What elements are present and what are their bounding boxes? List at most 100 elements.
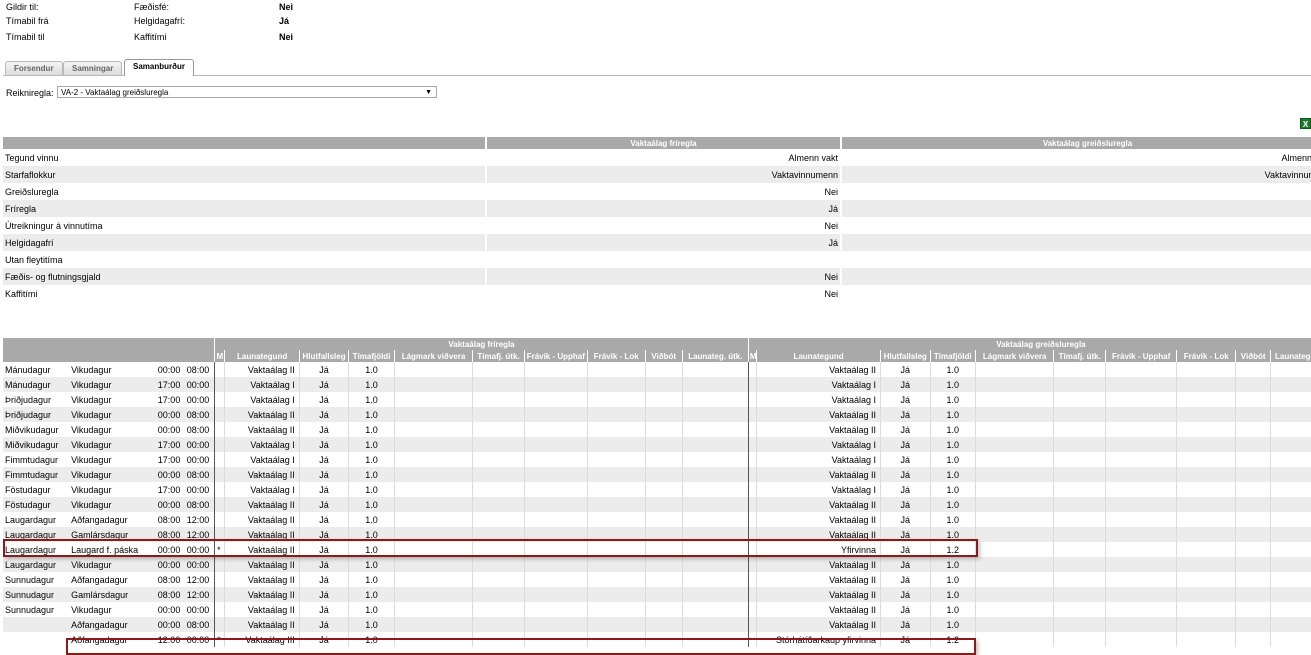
detail-column-header[interactable]: Launateg. útk.	[1270, 350, 1311, 362]
detail-cell	[393, 527, 473, 542]
detail-table: Vaktaálag fríregla Vaktaálag greiðslureg…	[3, 338, 1311, 647]
detail-time-to: 08:00	[184, 467, 215, 482]
detail-cell	[472, 362, 525, 377]
detail-cell	[1176, 617, 1236, 632]
detail-column-header[interactable]: Lágmark viðvera	[974, 350, 1054, 362]
detail-column-header[interactable]: Tímafj. útk.	[472, 350, 525, 362]
summary-value-a: Almenn vakt	[485, 149, 841, 166]
detail-marker	[214, 452, 225, 467]
detail-cell	[974, 422, 1054, 437]
detail-marker	[214, 392, 225, 407]
detail-timafjoldi-b: 1.0	[929, 557, 976, 572]
detail-cell	[974, 617, 1054, 632]
detail-cell	[393, 422, 473, 437]
detail-hlutfallsleg-b: Já	[880, 392, 931, 407]
detail-marker: *	[214, 542, 225, 557]
detail-column-header[interactable]: Hlutfallsleg	[880, 350, 931, 362]
detail-day-type: Vikudagur	[69, 602, 156, 617]
detail-timafjoldi-b: 1.0	[929, 527, 976, 542]
tab-samningar[interactable]: Samningar	[63, 61, 123, 75]
detail-cell	[393, 602, 473, 617]
detail-launategund-b: Vaktaálag I	[756, 452, 881, 467]
detail-row: Þriðjudagur Vikudagur 00:00 08:00 Vaktaálag …	[3, 407, 1311, 422]
detail-cell	[974, 542, 1054, 557]
detail-launategund-b: Vaktaálag II	[756, 407, 881, 422]
detail-column-header[interactable]: Hlutfallsleg	[298, 350, 349, 362]
detail-column-header[interactable]: Tímafj. útk.	[1053, 350, 1106, 362]
detail-timafjoldi: 1.0	[348, 452, 395, 467]
detail-cell	[1105, 437, 1177, 452]
detail-hlutfallsleg: Já	[298, 617, 349, 632]
detail-day-type: Vikudagur	[69, 422, 156, 437]
excel-export-icon[interactable]: X	[1300, 118, 1311, 129]
detail-column-header[interactable]: M	[747, 350, 757, 362]
detail-hlutfallsleg: Já	[298, 422, 349, 437]
rule-select[interactable]: VA-2 - Vaktaálag greiðsluregla ▼	[57, 86, 437, 98]
detail-launategund: Vaktaálag I	[224, 452, 300, 467]
detail-cell	[1053, 602, 1106, 617]
detail-column-header[interactable]: Frávik - Lok	[586, 350, 646, 362]
detail-launategund-b: Vaktaálag II	[756, 617, 881, 632]
detail-time-from: 00:00	[155, 407, 185, 422]
detail-column-header[interactable]: Launategund	[756, 350, 881, 362]
detail-column-header[interactable]: Frávik - Upphaf	[523, 350, 588, 362]
detail-day: Fimmtudagur	[3, 452, 70, 467]
detail-timafjoldi-b: 1.0	[929, 482, 976, 497]
detail-cell	[1053, 542, 1106, 557]
info-value: Nei	[279, 32, 294, 42]
detail-cell	[586, 557, 646, 572]
detail-cell	[472, 392, 525, 407]
detail-day-type: Vikudagur	[69, 452, 156, 467]
detail-cell	[393, 362, 473, 377]
detail-marker	[747, 422, 757, 437]
detail-group-header-blank	[3, 338, 215, 350]
detail-cell	[1176, 452, 1236, 467]
detail-timafjoldi-b: 1.0	[929, 437, 976, 452]
detail-column-header[interactable]: Launateg. útk.	[681, 350, 749, 362]
detail-day-type: Gamlársdagur	[69, 587, 156, 602]
detail-cell	[586, 467, 646, 482]
detail-day-type: Aðfangadagur	[69, 632, 156, 647]
detail-cell	[974, 572, 1054, 587]
detail-day-type: Vikudagur	[69, 497, 156, 512]
detail-day: Miðvikudagur	[3, 422, 70, 437]
tab-forsendur[interactable]: Forsendur	[5, 61, 63, 75]
detail-hlutfallsleg: Já	[298, 602, 349, 617]
detail-time-to: 00:00	[184, 452, 215, 467]
detail-cell	[1270, 512, 1311, 527]
detail-column-header[interactable]: M	[214, 350, 225, 362]
detail-cell	[393, 617, 473, 632]
detail-column-header[interactable]: Tímafjöldi	[348, 350, 395, 362]
tab-samanburdur[interactable]: Samanburður	[124, 59, 195, 76]
detail-cell	[644, 407, 683, 422]
detail-cell	[1270, 527, 1311, 542]
detail-timafjoldi: 1.0	[348, 632, 395, 647]
detail-day	[3, 632, 70, 647]
detail-column-header[interactable]: Viðbót	[644, 350, 683, 362]
detail-timafjoldi: 1.0	[348, 557, 395, 572]
detail-column-header[interactable]: Lágmark viðvera	[393, 350, 473, 362]
detail-day-type: Vikudagur	[69, 437, 156, 452]
detail-cell	[393, 557, 473, 572]
detail-column-header[interactable]: Tímafjöldi	[929, 350, 976, 362]
detail-hlutfallsleg: Já	[298, 587, 349, 602]
detail-hlutfallsleg-b: Já	[880, 542, 931, 557]
detail-cell	[523, 437, 588, 452]
detail-cell	[1235, 422, 1271, 437]
detail-column-header-blank	[3, 350, 215, 362]
detail-hlutfallsleg-b: Já	[880, 602, 931, 617]
detail-time-to: 00:00	[184, 437, 215, 452]
detail-cell	[1270, 437, 1311, 452]
summary-value-a: Nei	[485, 217, 841, 234]
detail-cell	[1235, 512, 1271, 527]
detail-column-header[interactable]: Launategund	[224, 350, 300, 362]
detail-cell	[523, 632, 588, 647]
detail-column-header[interactable]: Frávik - Upphaf	[1105, 350, 1177, 362]
detail-hlutfallsleg: Já	[298, 542, 349, 557]
detail-column-header[interactable]: Frávik - Lok	[1176, 350, 1236, 362]
detail-cell	[1176, 557, 1236, 572]
detail-marker	[747, 557, 757, 572]
detail-cell	[393, 542, 473, 557]
detail-column-header[interactable]: Viðbót	[1235, 350, 1271, 362]
detail-marker	[214, 572, 225, 587]
